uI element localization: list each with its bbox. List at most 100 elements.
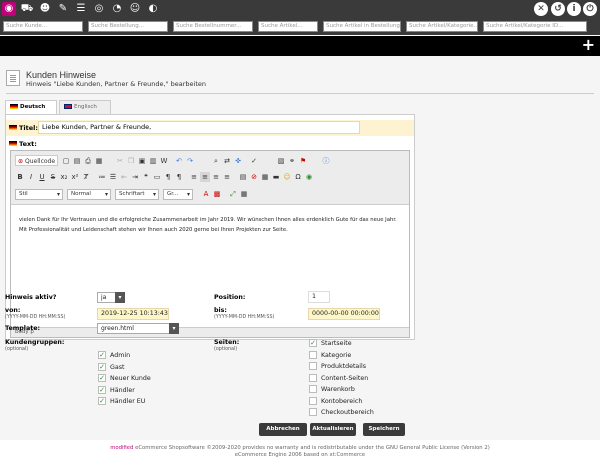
numbered-list-icon[interactable]: ≔ bbox=[97, 172, 107, 182]
checkmark-icon[interactable]: ✓ bbox=[98, 385, 106, 394]
strike-icon[interactable]: S bbox=[48, 172, 58, 182]
catalog-icon[interactable]: ◎ bbox=[92, 2, 106, 16]
to-input[interactable]: 0000-00-00 00:00:00 bbox=[308, 308, 380, 320]
outdent-icon[interactable]: ⇤ bbox=[119, 172, 129, 182]
checkbox[interactable] bbox=[309, 385, 317, 393]
search-article-input[interactable]: Suche Artikel... bbox=[258, 21, 318, 32]
search-article-category-input[interactable]: Suche Artikel/Kategorie... bbox=[406, 21, 478, 32]
align-right-icon[interactable]: ≡ bbox=[211, 172, 221, 182]
template-select[interactable]: green.html ▾ bbox=[97, 323, 179, 334]
spellcheck-icon[interactable]: ✓ bbox=[249, 156, 259, 166]
smiley-icon[interactable]: ☺ bbox=[128, 2, 142, 16]
cut-icon[interactable]: ✂ bbox=[115, 156, 125, 166]
power-icon[interactable]: ⏻ bbox=[583, 2, 597, 16]
checkbox[interactable] bbox=[309, 373, 317, 382]
checkmark-icon[interactable]: ✓ bbox=[98, 351, 106, 359]
customer-group-checkbox-row[interactable]: ✓ Neuer Kunde bbox=[98, 374, 151, 384]
bidi-ltr-icon[interactable]: ¶ bbox=[163, 172, 173, 182]
about-icon[interactable]: ⓘ bbox=[321, 156, 331, 166]
edit-icon[interactable]: ✎ bbox=[56, 2, 70, 16]
bullet-list-icon[interactable]: ☰ bbox=[108, 172, 118, 182]
checkbox[interactable] bbox=[309, 396, 317, 405]
shipping-icon[interactable]: ⛟ bbox=[20, 2, 34, 16]
page-checkbox-row[interactable]: Content-Seiten bbox=[309, 373, 368, 384]
redo-icon[interactable]: ↷ bbox=[185, 156, 195, 166]
format-combo[interactable]: Normal bbox=[67, 189, 111, 200]
page-checkbox-row[interactable]: Checkoutbereich bbox=[309, 408, 374, 418]
info-icon[interactable]: i bbox=[567, 2, 581, 16]
search-order-number-input[interactable]: Suche Bestellnummer... bbox=[173, 21, 253, 32]
menu-label[interactable]: MENUE bbox=[5, 41, 34, 50]
customers-icon[interactable]: ☻ bbox=[38, 2, 52, 16]
cancel-button[interactable]: Abbrechen bbox=[259, 423, 307, 436]
font-combo[interactable]: Schriftart bbox=[115, 189, 159, 200]
image-icon[interactable]: ▧ bbox=[276, 156, 286, 166]
blockquote-icon[interactable]: ❝ bbox=[141, 172, 151, 182]
checkmark-icon[interactable]: ✓ bbox=[309, 339, 317, 347]
search-article-category-id-input[interactable]: Suche Artikel/Kategorie ID... bbox=[483, 21, 587, 32]
page-checkbox-row[interactable]: Warenkorb bbox=[309, 385, 355, 395]
table-icon[interactable]: ▦ bbox=[260, 172, 270, 182]
customer-group-checkbox-row[interactable]: ✓ Händler bbox=[98, 385, 135, 396]
print-icon[interactable]: ⎙ bbox=[83, 156, 93, 166]
indent-icon[interactable]: ⇥ bbox=[130, 172, 140, 182]
list-icon[interactable]: ☰ bbox=[74, 2, 88, 16]
flash-icon[interactable]: ⊘ bbox=[249, 172, 259, 182]
link-icon[interactable]: ⚭ bbox=[287, 156, 297, 166]
bidi-rtl-icon[interactable]: ¶ bbox=[174, 172, 184, 182]
from-input[interactable]: 2019-12-25 10:13:43 bbox=[97, 308, 169, 320]
show-blocks-icon[interactable]: ▦ bbox=[239, 189, 249, 199]
bold-icon[interactable]: B bbox=[15, 172, 25, 182]
templates-icon[interactable]: ▦ bbox=[94, 156, 104, 166]
customer-group-checkbox-row[interactable]: ✓ Händler EU bbox=[98, 397, 145, 407]
history-icon[interactable]: ↺ bbox=[551, 2, 565, 16]
customer-group-checkbox-row[interactable]: ✓ Gast bbox=[98, 362, 125, 373]
position-input[interactable]: 1 bbox=[308, 291, 330, 303]
align-left-icon[interactable]: ≡ bbox=[189, 172, 199, 182]
checkbox[interactable] bbox=[309, 408, 317, 416]
start-icon[interactable]: ◉ bbox=[2, 2, 16, 16]
bg-color-icon[interactable]: ▩ bbox=[212, 189, 222, 199]
find-icon[interactable]: ⌕ bbox=[211, 156, 221, 166]
customer-group-checkbox-row[interactable]: ✓ Admin bbox=[98, 351, 130, 361]
emoticon-icon[interactable]: ☺ bbox=[282, 172, 292, 182]
form-icon[interactable]: ▤ bbox=[238, 172, 248, 182]
checkbox[interactable] bbox=[309, 362, 317, 370]
cross-icon[interactable]: ✕ bbox=[534, 2, 548, 16]
active-select[interactable]: ja ▾ bbox=[97, 292, 125, 303]
tab-deutsch[interactable]: Deutsch bbox=[5, 100, 57, 115]
select-all-icon[interactable]: ✜ bbox=[233, 156, 243, 166]
font-size-combo[interactable]: Gr... bbox=[163, 189, 193, 200]
page-checkbox-row[interactable]: Kategorie bbox=[309, 350, 351, 361]
checkmark-icon[interactable]: ✓ bbox=[98, 362, 106, 371]
preview-icon[interactable]: ▤ bbox=[72, 156, 82, 166]
underline-icon[interactable]: U bbox=[37, 172, 47, 182]
align-center-icon[interactable]: ≡ bbox=[200, 172, 210, 182]
new-page-icon[interactable]: ▢ bbox=[61, 156, 71, 166]
undo-icon[interactable]: ↶ bbox=[174, 156, 184, 166]
anchor-icon[interactable]: ⚑ bbox=[298, 156, 308, 166]
brand-link[interactable]: modified bbox=[110, 445, 133, 451]
div-icon[interactable]: ▭ bbox=[152, 172, 162, 182]
search-order-input[interactable]: Suche Bestellung... bbox=[88, 21, 168, 32]
subscript-icon[interactable]: x₂ bbox=[59, 172, 69, 182]
hr-icon[interactable]: ▬ bbox=[271, 172, 281, 182]
replace-icon[interactable]: ⇄ bbox=[222, 156, 232, 166]
plus-icon[interactable]: + bbox=[582, 37, 595, 53]
save-button[interactable]: Speichern bbox=[363, 423, 405, 436]
checkbox[interactable] bbox=[309, 350, 317, 359]
paste-text-icon[interactable]: ▥ bbox=[148, 156, 158, 166]
remove-format-icon[interactable]: Ⱦ bbox=[81, 172, 91, 182]
checkmark-icon[interactable]: ✓ bbox=[98, 374, 106, 382]
title-input[interactable]: Liebe Kunden, Partner & Freunde, bbox=[38, 121, 360, 134]
source-button[interactable]: ⊙ Quellcode bbox=[15, 155, 59, 166]
search-customer-input[interactable]: Suche Kunde... bbox=[3, 21, 83, 32]
style-combo[interactable]: Stil bbox=[15, 189, 63, 200]
checkmark-icon[interactable]: ✓ bbox=[98, 397, 106, 405]
update-button[interactable]: Aktualisieren bbox=[310, 423, 356, 436]
text-color-icon[interactable]: A bbox=[201, 189, 211, 199]
page-checkbox-row[interactable]: Kontobereich bbox=[309, 396, 362, 407]
paste-icon[interactable]: ▣ bbox=[137, 156, 147, 166]
copy-icon[interactable]: ❐ bbox=[126, 156, 136, 166]
search-article-in-order-input[interactable]: Suche Artikel in Bestellung... bbox=[323, 21, 401, 32]
